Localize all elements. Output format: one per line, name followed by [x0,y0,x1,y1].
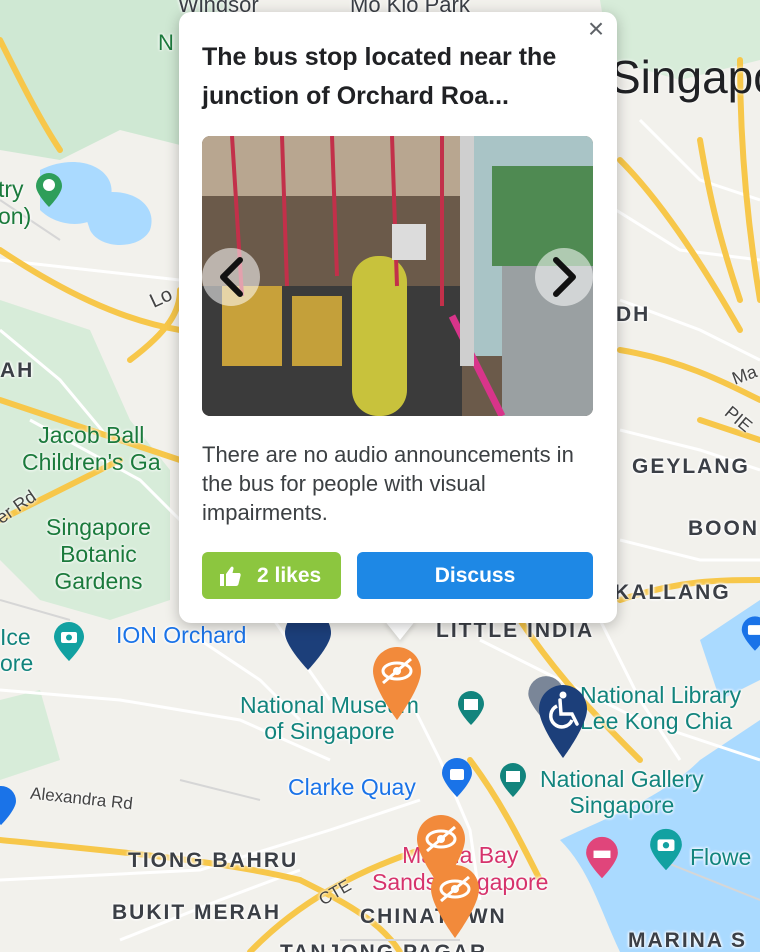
park-label-botanic-gardens: Singapore Botanic Gardens [46,514,151,594]
district-label-geylang: GEYLANG [632,455,750,478]
chevron-left-icon [220,257,243,297]
park-label-jacob-ballas: Jacob Ball Children's Ga [22,422,161,475]
park-label-try: try on) [0,176,32,229]
likes-count: 2 likes [257,564,322,587]
next-photo-button[interactable] [535,248,593,306]
district-label-ah: AH [0,359,35,382]
museum-icon[interactable] [498,762,528,798]
district-label-tiong-bahru: TIONG BAHRU [128,849,299,872]
district-label-little-india: LITTLE INDIA [436,619,595,642]
chevron-right-icon [553,257,576,297]
poi-label-ice: Ice ore [0,624,34,676]
visibility-off-icon[interactable] [370,644,424,722]
district-label-tanjong-pagar: TANJONG PAGAR [280,942,487,952]
popup-tail [384,620,416,640]
photo-carousel[interactable] [202,136,593,416]
camera-icon[interactable] [52,622,86,662]
poi-label-flower-dome[interactable]: Flowe [690,844,751,870]
visibility-off-icon[interactable] [428,862,482,940]
camera-icon[interactable] [740,614,760,654]
museum-icon[interactable] [456,690,486,726]
hotel-icon[interactable] [584,836,620,880]
map-app: Singapo Windsor Mo Kio Park N try on) Lo… [0,0,760,952]
previous-photo-button[interactable] [202,248,260,306]
discuss-label: Discuss [434,564,516,587]
district-label-marina-south: MARINA S [628,929,748,952]
thumbs-up-icon [220,566,241,586]
like-button[interactable]: 2 likes [202,552,341,599]
district-label-bukit-merah: BUKIT MERAH [112,901,281,924]
poi-label-national-gallery[interactable]: National Gallery Singapore [540,766,704,818]
report-popup: × The bus stop located near the junction… [179,12,617,623]
popup-title: The bus stop located near the junction o… [202,43,557,110]
city-label: Singapo [610,51,760,103]
report-description: There are no audio announcements in the … [202,442,574,525]
poi-label-clarke-quay[interactable]: Clarke Quay [288,776,416,799]
discuss-button[interactable]: Discuss [357,552,593,599]
district-label-boon: BOON [688,517,759,540]
poi-label-ion-orchard[interactable]: ION Orchard [116,624,246,647]
poi-label-national-library[interactable]: National Library Lee Kong Chia [580,682,741,734]
district-label-kallang: KALLANG [614,581,731,604]
hiking-icon[interactable] [34,172,64,208]
district-label-dh: DH [616,303,651,326]
wheelchair-icon[interactable] [536,682,590,760]
area-label-n: N [158,30,174,55]
shopping-icon[interactable] [0,786,18,826]
shopping-icon[interactable] [440,758,474,798]
camera-icon[interactable] [648,828,684,872]
